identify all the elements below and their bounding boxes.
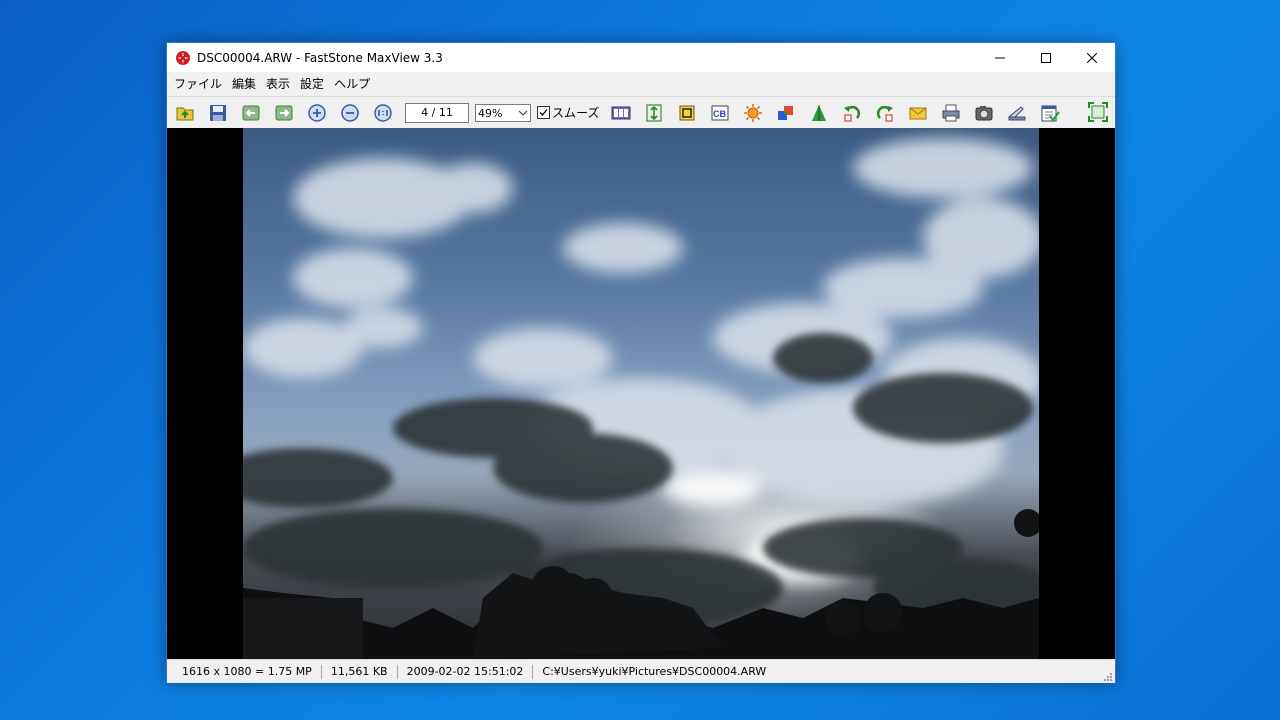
zoom-out-icon [341, 103, 359, 122]
colors-button[interactable] [773, 100, 799, 126]
window-controls [977, 43, 1115, 72]
menu-view[interactable]: 表示 [262, 72, 294, 96]
toolbar: 4 / 11 49% スムーズ CB [167, 96, 1115, 129]
crop-icon [679, 105, 695, 120]
title-bar[interactable]: DSC00004.ARW - FastStone MaxView 3.3 [167, 43, 1115, 72]
save-icon [210, 104, 226, 121]
status-dimensions: 1616 x 1080 = 1.75 MP [167, 664, 322, 679]
email-button[interactable] [905, 100, 931, 126]
smooth-checkbox[interactable]: スムーズ [537, 104, 599, 121]
check-icon [539, 109, 548, 116]
open-button[interactable] [172, 100, 198, 126]
next-button[interactable] [271, 100, 297, 126]
menu-bar: ファイル 編集 表示 設定 ヘルプ [167, 72, 1115, 96]
zoom-in-icon [308, 103, 326, 122]
status-datetime: 2009-02-02 15:51:02 [398, 664, 534, 679]
minimize-icon [995, 57, 1005, 58]
print-button[interactable] [938, 100, 964, 126]
rotate-right-button[interactable] [872, 100, 898, 126]
menu-settings[interactable]: 設定 [296, 72, 328, 96]
chevron-down-icon [518, 110, 528, 116]
zoom-value: 49% [478, 106, 503, 120]
slideshow-button[interactable] [608, 100, 634, 126]
svg-text:CB: CB [713, 109, 726, 119]
checkbox-box[interactable] [537, 106, 550, 119]
resize-grip-icon[interactable] [1102, 671, 1112, 681]
window-title: DSC00004.ARW - FastStone MaxView 3.3 [197, 50, 443, 65]
print-icon [942, 104, 960, 121]
fullscreen-icon [1088, 102, 1108, 122]
resize-icon [646, 104, 662, 121]
close-button[interactable] [1069, 43, 1115, 72]
app-logo-icon [176, 50, 190, 65]
properties-icon [1041, 105, 1061, 122]
app-window: DSC00004.ARW - FastStone MaxView 3.3 ファイ… [166, 42, 1116, 683]
menu-file[interactable]: ファイル [170, 72, 226, 96]
fullscreen-button[interactable] [1085, 99, 1111, 125]
rotate-left-icon [844, 105, 861, 121]
scanner-button[interactable] [1004, 100, 1030, 126]
brightness-button[interactable] [740, 100, 766, 126]
sharpen-button[interactable] [806, 100, 832, 126]
save-button[interactable] [205, 100, 231, 126]
resize-button[interactable] [641, 100, 667, 126]
sharpen-icon [812, 104, 827, 121]
maximize-icon [1041, 52, 1051, 63]
colors-icon [778, 105, 794, 120]
properties-button[interactable] [1037, 100, 1063, 126]
maximize-button[interactable] [1023, 43, 1069, 72]
page-counter-field[interactable]: 4 / 11 [405, 102, 469, 123]
menu-edit[interactable]: 編集 [228, 72, 260, 96]
previous-button[interactable] [238, 100, 264, 126]
crop-button[interactable] [674, 100, 700, 126]
image-viewer[interactable] [167, 128, 1115, 659]
brightness-icon [744, 103, 763, 122]
zoom-out-button[interactable] [337, 100, 363, 126]
close-icon [1087, 52, 1097, 63]
actual-size-button[interactable] [370, 100, 396, 126]
next-icon [275, 105, 293, 120]
zoom-in-button[interactable] [304, 100, 330, 126]
zoom-dropdown[interactable]: 49% [475, 103, 531, 122]
status-bar: 1616 x 1080 = 1.75 MP 11,561 KB 2009-02-… [167, 659, 1115, 683]
color-balance-button[interactable]: CB [707, 100, 733, 126]
scanner-icon [1008, 105, 1026, 120]
capture-icon [975, 105, 993, 120]
actual-size-icon [374, 103, 392, 122]
photo-sky-clouds [243, 128, 1039, 659]
rotate-right-icon [877, 105, 894, 121]
status-path: C:¥Users¥yuki¥Pictures¥DSC00004.ARW [542, 664, 767, 678]
smooth-label: スムーズ [552, 106, 600, 120]
photo-content [243, 138, 1039, 659]
capture-button[interactable] [971, 100, 997, 126]
minimize-button[interactable] [977, 43, 1023, 72]
status-file-size: 11,561 KB [322, 664, 398, 679]
slideshow-icon [611, 106, 631, 119]
rotate-left-button[interactable] [839, 100, 865, 126]
open-folder-icon [176, 107, 194, 120]
previous-icon [242, 105, 260, 120]
menu-help[interactable]: ヘルプ [330, 72, 374, 96]
email-icon [909, 107, 927, 119]
color-balance-icon: CB [711, 105, 729, 120]
